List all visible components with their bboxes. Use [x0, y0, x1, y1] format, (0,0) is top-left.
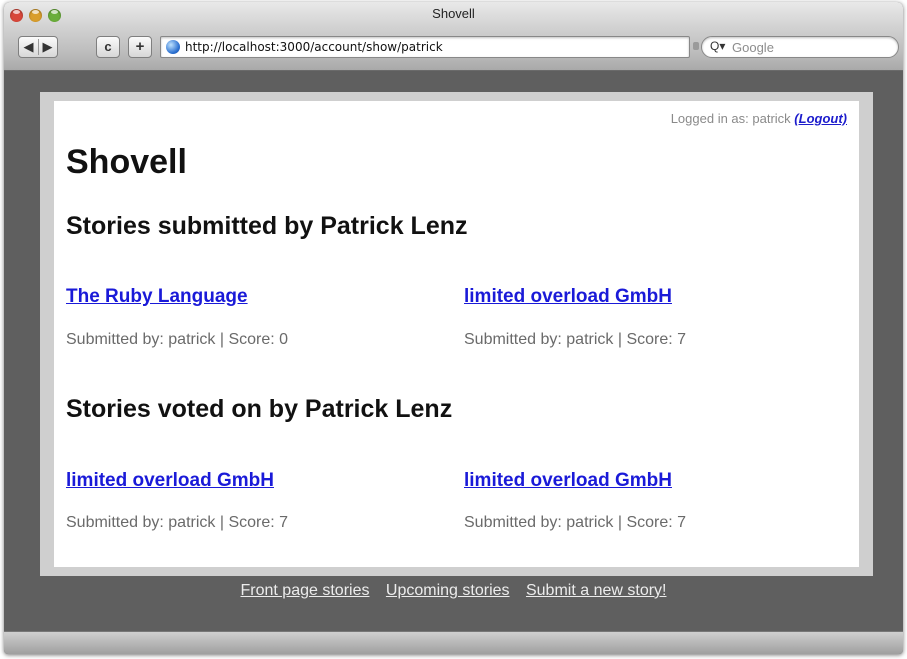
search-field[interactable]: Q▾ Google: [701, 36, 899, 58]
footer-nav: Front page stories Upcoming stories Subm…: [4, 582, 903, 600]
back-forward-buttons: ◀ ▶: [18, 36, 58, 58]
button-divider: [38, 39, 39, 55]
story-title-link[interactable]: limited overload GmbH: [464, 470, 672, 492]
login-text: Logged in as: patrick: [670, 111, 791, 126]
site-title: Shovell: [66, 143, 187, 181]
address-text: http://localhost:3000/account/show/patri…: [185, 40, 443, 54]
logout-link[interactable]: (Logout): [794, 111, 847, 126]
story-meta: Submitted by: patrick | Score: 7: [464, 331, 687, 348]
title-bar: Shovell ◀ ▶ c + http://localhost:3000/acc…: [4, 2, 903, 71]
search-placeholder: Google: [732, 40, 774, 55]
submitted-stories-heading: Stories submitted by Patrick Lenz: [66, 212, 468, 240]
reload-button[interactable]: c: [96, 36, 120, 58]
status-bar: [4, 631, 903, 654]
upcoming-stories-link[interactable]: Upcoming stories: [386, 582, 510, 599]
window-title: Shovell: [432, 6, 475, 21]
front-page-link[interactable]: Front page stories: [241, 582, 370, 599]
page-viewport: Logged in as: patrick (Logout) Shovell S…: [4, 71, 903, 632]
story-title-link[interactable]: limited overload GmbH: [464, 286, 672, 308]
search-icon[interactable]: Q▾: [710, 39, 725, 53]
submit-story-link[interactable]: Submit a new story!: [526, 582, 667, 599]
reload-icon: c: [104, 39, 112, 54]
login-status: Logged in as: patrick (Logout): [671, 111, 847, 126]
story-title-link[interactable]: The Ruby Language: [66, 286, 248, 308]
plus-icon: +: [135, 38, 145, 55]
address-bar[interactable]: http://localhost:3000/account/show/patri…: [160, 36, 690, 58]
globe-icon: [166, 40, 180, 54]
back-icon[interactable]: ◀: [19, 37, 38, 57]
story-meta: Submitted by: patrick | Score: 7: [66, 514, 289, 531]
story-title-link[interactable]: limited overload GmbH: [66, 470, 274, 492]
story-meta: Submitted by: patrick | Score: 7: [464, 514, 687, 531]
snapback-icon[interactable]: [693, 42, 699, 50]
content-frame: Logged in as: patrick (Logout) Shovell S…: [40, 92, 873, 576]
voted-stories-heading: Stories voted on by Patrick Lenz: [66, 395, 453, 423]
add-bookmark-button[interactable]: +: [128, 36, 152, 58]
forward-icon[interactable]: ▶: [38, 37, 57, 57]
content-panel: Logged in as: patrick (Logout) Shovell S…: [54, 101, 859, 567]
story-meta: Submitted by: patrick | Score: 0: [66, 331, 289, 348]
browser-window: Shovell ◀ ▶ c + http://localhost:3000/acc…: [4, 2, 903, 654]
